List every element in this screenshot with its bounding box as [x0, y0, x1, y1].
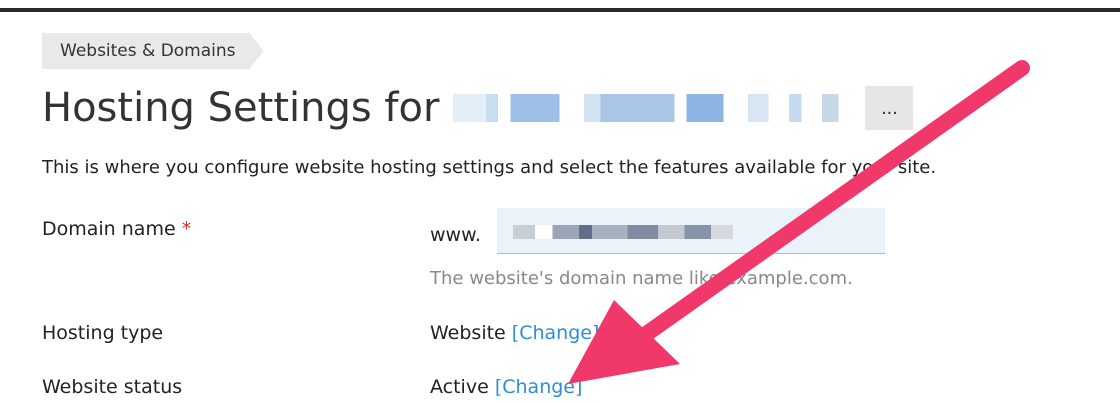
more-actions-button[interactable]: ...	[865, 86, 914, 130]
website-status-label: Website status	[42, 376, 183, 398]
domain-hint: The website's domain name like example.c…	[430, 268, 853, 289]
breadcrumb[interactable]: Websites & Domains	[42, 33, 264, 69]
top-bar	[0, 0, 1120, 12]
blurred-domain-name	[453, 94, 864, 122]
page-title: Hosting Settings for	[42, 85, 440, 131]
page-title-row: Hosting Settings for ...	[42, 82, 914, 134]
domain-prefix: www.	[430, 224, 481, 246]
website-status-value-row: Active [Change]	[430, 376, 582, 398]
hosting-type-value-row: Website [Change]	[430, 322, 599, 344]
hosting-type-value: Website	[430, 322, 506, 344]
website-status-value: Active	[430, 376, 489, 398]
hosting-type-label: Hosting type	[42, 322, 164, 344]
domain-name-input[interactable]	[497, 208, 885, 254]
domain-name-label: Domain name *	[42, 218, 191, 240]
domain-name-label-text: Domain name	[42, 218, 176, 240]
required-mark: *	[181, 218, 192, 240]
page-description: This is where you configure website host…	[42, 157, 937, 178]
blurred-domain-value	[513, 225, 733, 239]
website-status-change-link[interactable]: [Change]	[495, 376, 583, 398]
hosting-type-change-link[interactable]: [Change]	[512, 322, 600, 344]
